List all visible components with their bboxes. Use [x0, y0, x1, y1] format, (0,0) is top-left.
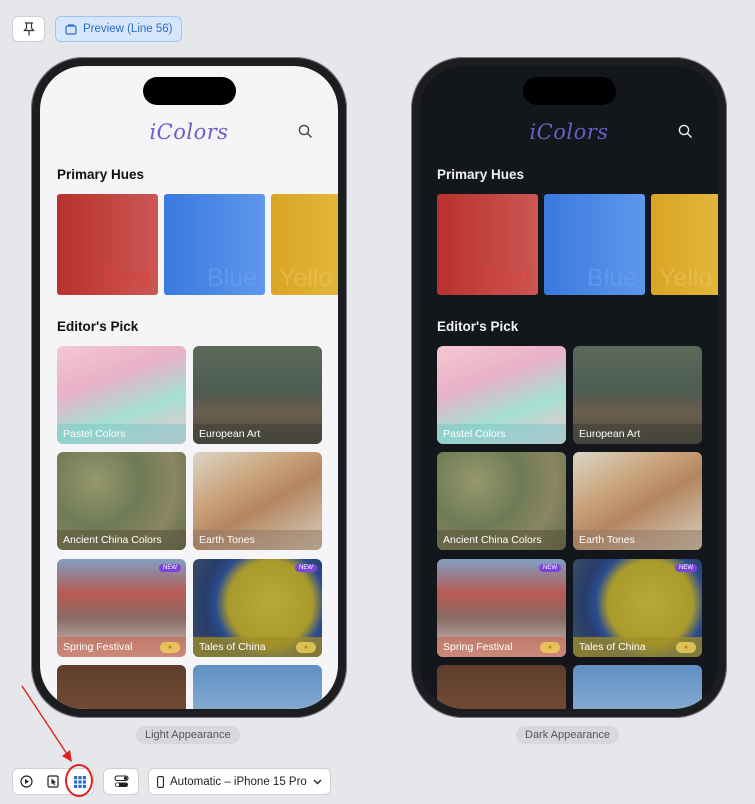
primary-hues-title: Primary Hues	[57, 167, 145, 182]
phone-screen[interactable]: iColors Primary Hues Red Blue Yello Edit…	[40, 66, 338, 709]
pin-icon	[22, 22, 35, 36]
card-label: European Art	[573, 424, 702, 444]
app-title: iColors	[529, 120, 609, 144]
editors-pick-title: Editor's Pick	[57, 319, 139, 334]
card-tales-of-china[interactable]: NEW Tales of China ●	[193, 559, 322, 657]
hue-card-yellow[interactable]: Yello	[271, 194, 338, 295]
card-label: Ancient China Colors	[437, 530, 566, 550]
hue-card-blue[interactable]: Blue	[544, 194, 645, 295]
cursor-icon	[47, 775, 59, 788]
phone-screen[interactable]: iColors Primary Hues Red Blue Yello Edit…	[420, 66, 718, 709]
card-european-art[interactable]: European Art	[573, 346, 702, 444]
card-spring-festival[interactable]: NEW Spring Festival ●	[437, 559, 566, 657]
card-tales-of-china[interactable]: NEW Tales of China ●	[573, 559, 702, 657]
hue-card-blue[interactable]: Blue	[164, 194, 265, 295]
card-european-art[interactable]: European Art	[193, 346, 322, 444]
search-icon[interactable]	[678, 124, 693, 139]
lock-icon: ●	[296, 642, 316, 653]
card-ancient-china-colors[interactable]: Ancient China Colors	[437, 452, 566, 550]
card-label: Earth Tones	[573, 530, 702, 550]
new-badge: NEW	[295, 564, 317, 572]
primary-hues-title: Primary Hues	[437, 167, 525, 182]
card-spring-festival[interactable]: NEW Spring Festival ●	[57, 559, 186, 657]
lock-icon: ●	[540, 642, 560, 653]
preview-label: Preview (Line 56)	[83, 23, 173, 35]
card-label: Pastel Colors	[437, 424, 566, 444]
card-pastel-colors[interactable]: Pastel Colors	[437, 346, 566, 444]
app-title: iColors	[149, 120, 229, 144]
lock-icon: ●	[160, 642, 180, 653]
card-pastel-colors[interactable]: Pastel Colors	[57, 346, 186, 444]
card-partial[interactable]	[57, 665, 186, 709]
card-earth-tones[interactable]: Earth Tones	[193, 452, 322, 550]
card-partial[interactable]	[573, 665, 702, 709]
dark-appearance-caption: Dark Appearance	[516, 726, 619, 744]
hue-card-red[interactable]: Red	[437, 194, 538, 295]
dynamic-island	[523, 77, 616, 105]
new-badge: NEW	[159, 564, 181, 572]
phone-preview-light: iColors Primary Hues Red Blue Yello Edit…	[31, 57, 347, 718]
editors-pick-title: Editor's Pick	[437, 319, 519, 334]
new-badge: NEW	[675, 564, 697, 572]
phone-preview-dark: iColors Primary Hues Red Blue Yello Edit…	[411, 57, 727, 718]
card-label: Ancient China Colors	[57, 530, 186, 550]
lock-icon: ●	[676, 642, 696, 653]
light-appearance-caption: Light Appearance	[136, 726, 240, 744]
selectable-mode-button[interactable]	[40, 769, 67, 794]
device-settings-button[interactable]	[103, 768, 139, 795]
preview-selector-button[interactable]: Preview (Line 56)	[55, 16, 183, 42]
card-partial[interactable]	[193, 665, 322, 709]
new-badge: NEW	[539, 564, 561, 572]
play-icon	[20, 775, 33, 788]
hue-card-yellow[interactable]: Yello	[651, 194, 718, 295]
chevron-down-icon	[313, 779, 322, 784]
hue-card-red[interactable]: Red	[57, 194, 158, 295]
annotation-circle	[65, 764, 93, 797]
device-label: Automatic – iPhone 15 Pro	[170, 775, 307, 788]
pin-button[interactable]	[12, 16, 45, 42]
card-ancient-china-colors[interactable]: Ancient China Colors	[57, 452, 186, 550]
card-label: Earth Tones	[193, 530, 322, 550]
card-label: Pastel Colors	[57, 424, 186, 444]
toggles-icon	[113, 775, 129, 787]
preview-icon	[65, 23, 77, 35]
card-label: European Art	[193, 424, 322, 444]
live-mode-button[interactable]	[13, 769, 40, 794]
iphone-icon	[157, 775, 164, 788]
dynamic-island	[143, 77, 236, 105]
device-selector[interactable]: Automatic – iPhone 15 Pro	[148, 768, 331, 795]
card-earth-tones[interactable]: Earth Tones	[573, 452, 702, 550]
card-partial[interactable]	[437, 665, 566, 709]
search-icon[interactable]	[298, 124, 313, 139]
